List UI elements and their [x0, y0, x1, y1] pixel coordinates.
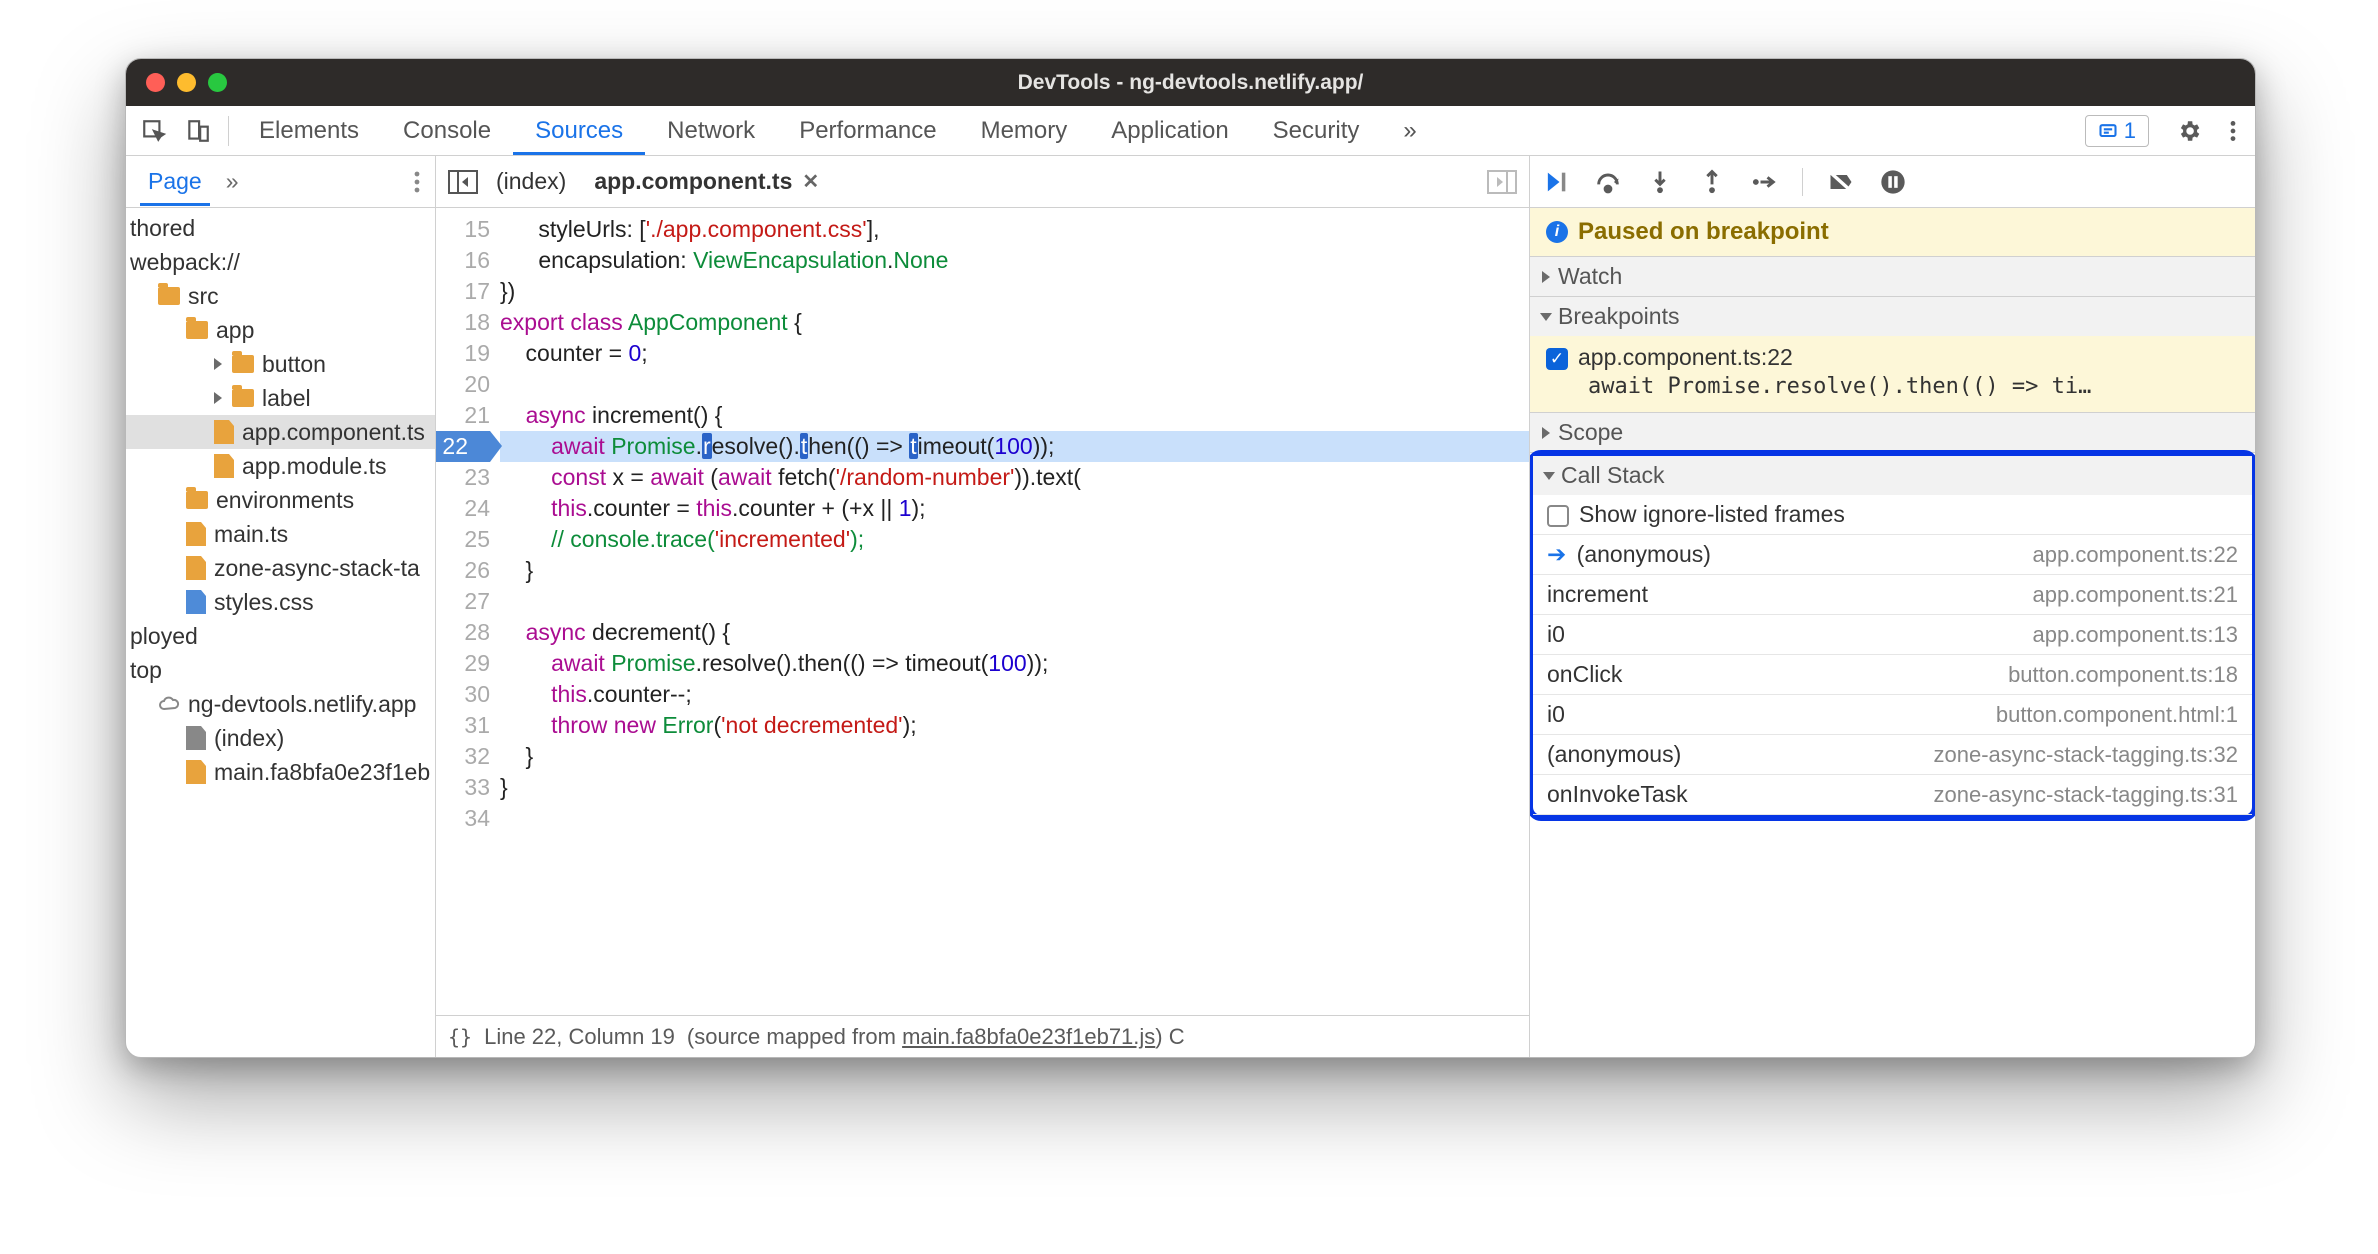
- tree-item[interactable]: ng-devtools.netlify.app: [126, 687, 435, 721]
- paused-banner: i Paused on breakpoint: [1530, 208, 2255, 257]
- tree-item[interactable]: (index): [126, 721, 435, 755]
- tree-item[interactable]: styles.css: [126, 585, 435, 619]
- code-editor[interactable]: 1516171819202122232425262728293031323334…: [436, 208, 1529, 1015]
- messages-badge[interactable]: 1: [2085, 115, 2149, 147]
- close-tab-icon[interactable]: ✕: [802, 169, 819, 194]
- stack-frame[interactable]: i0button.component.html:1: [1533, 695, 2252, 735]
- tree-item[interactable]: button: [126, 347, 435, 381]
- tree-item[interactable]: app.module.ts: [126, 449, 435, 483]
- deactivate-breakpoints-icon[interactable]: [1827, 168, 1855, 196]
- breakpoint-item[interactable]: ✓app.component.ts:22 await Promise.resol…: [1530, 336, 2255, 412]
- tree-item[interactable]: webpack://: [126, 245, 435, 279]
- tab-security[interactable]: Security: [1251, 106, 1382, 155]
- separator: [228, 116, 229, 146]
- navigator-pane: Page » thoredwebpack://srcappbuttonlabel…: [126, 156, 436, 1057]
- window-title: DevTools - ng-devtools.netlify.app/: [1018, 71, 1364, 95]
- stack-frame[interactable]: incrementapp.component.ts:21: [1533, 575, 2252, 615]
- tree-item[interactable]: main.ts: [126, 517, 435, 551]
- source-map-link[interactable]: main.fa8bfa0e23f1eb71.js: [902, 1024, 1155, 1049]
- show-ignored-toggle[interactable]: Show ignore-listed frames: [1533, 495, 2252, 535]
- stack-frame[interactable]: i0app.component.ts:13: [1533, 615, 2252, 655]
- tabs-overflow[interactable]: »: [1381, 106, 1438, 155]
- panel-tabbar: ElementsConsoleSourcesNetworkPerformance…: [126, 106, 2255, 156]
- tree-item[interactable]: app.component.ts: [126, 415, 435, 449]
- devtools-window: DevTools - ng-devtools.netlify.app/ Elem…: [125, 58, 2256, 1058]
- step-into-icon[interactable]: [1646, 168, 1674, 196]
- show-ignored-checkbox[interactable]: [1547, 505, 1569, 527]
- stack-frame[interactable]: onInvokeTaskzone-async-stack-tagging.ts:…: [1533, 775, 2252, 815]
- tree-item[interactable]: label: [126, 381, 435, 415]
- tree-item[interactable]: top: [126, 653, 435, 687]
- tab-sources[interactable]: Sources: [513, 106, 645, 155]
- source-tabs: (index) app.component.ts✕: [436, 156, 1529, 208]
- step-icon[interactable]: [1750, 168, 1778, 196]
- settings-icon[interactable]: [2167, 106, 2211, 155]
- cursor-position: Line 22, Column 19: [484, 1024, 675, 1050]
- navigator-overflow[interactable]: »: [226, 168, 239, 195]
- navigator-tabs: Page »: [126, 156, 435, 208]
- tab-memory[interactable]: Memory: [959, 106, 1090, 155]
- show-debugger-icon[interactable]: [1487, 170, 1517, 194]
- pause-exceptions-icon[interactable]: [1879, 168, 1907, 196]
- show-navigator-icon[interactable]: [448, 170, 478, 194]
- device-toolbar-icon[interactable]: [176, 106, 220, 155]
- tab-console[interactable]: Console: [381, 106, 513, 155]
- file-tab[interactable]: app.component.ts✕: [594, 168, 819, 195]
- more-icon[interactable]: [2211, 106, 2255, 155]
- minimize-window-icon[interactable]: [177, 73, 196, 92]
- tree-item[interactable]: main.fa8bfa0e23f1eb: [126, 755, 435, 789]
- tree-item[interactable]: ployed: [126, 619, 435, 653]
- tab-performance[interactable]: Performance: [777, 106, 958, 155]
- source-pane: (index) app.component.ts✕ 151617181920212…: [436, 156, 1530, 1057]
- breakpoint-checkbox[interactable]: ✓: [1546, 348, 1568, 370]
- source-status-bar: {} Line 22, Column 19 (source mapped fro…: [436, 1015, 1529, 1057]
- window-controls: [146, 73, 227, 92]
- watch-section[interactable]: Watch: [1530, 257, 2255, 297]
- file-tree[interactable]: thoredwebpack://srcappbuttonlabelapp.com…: [126, 208, 435, 1057]
- tree-item[interactable]: app: [126, 313, 435, 347]
- stack-frame[interactable]: (anonymous)zone-async-stack-tagging.ts:3…: [1533, 735, 2252, 775]
- zoom-window-icon[interactable]: [208, 73, 227, 92]
- info-icon: i: [1546, 221, 1568, 243]
- navigator-more-icon[interactable]: [413, 169, 421, 195]
- tree-item[interactable]: thored: [126, 211, 435, 245]
- page-tab[interactable]: Page: [140, 158, 210, 206]
- tree-item[interactable]: src: [126, 279, 435, 313]
- tab-network[interactable]: Network: [645, 106, 777, 155]
- debugger-toolbar: [1530, 156, 2255, 208]
- tab-application[interactable]: Application: [1089, 106, 1250, 155]
- tab-elements[interactable]: Elements: [237, 106, 381, 155]
- scope-section[interactable]: Scope: [1530, 413, 2255, 453]
- close-window-icon[interactable]: [146, 73, 165, 92]
- call-stack-section: Call Stack Show ignore-listed frames ➔ (…: [1530, 450, 2255, 821]
- inspect-element-icon[interactable]: [132, 106, 176, 155]
- tree-item[interactable]: environments: [126, 483, 435, 517]
- stack-frame[interactable]: onClickbutton.component.ts:18: [1533, 655, 2252, 695]
- tree-item[interactable]: zone-async-stack-ta: [126, 551, 435, 585]
- step-out-icon[interactable]: [1698, 168, 1726, 196]
- file-tab[interactable]: (index): [496, 168, 566, 195]
- debugger-pane: i Paused on breakpoint Watch Breakpoints…: [1530, 156, 2255, 1057]
- stack-frame[interactable]: ➔ (anonymous)app.component.ts:22: [1533, 535, 2252, 575]
- resume-icon[interactable]: [1542, 168, 1570, 196]
- step-over-icon[interactable]: [1594, 168, 1622, 196]
- breakpoints-section[interactable]: Breakpoints ✓app.component.ts:22 await P…: [1530, 297, 2255, 413]
- titlebar: DevTools - ng-devtools.netlify.app/: [126, 59, 2255, 106]
